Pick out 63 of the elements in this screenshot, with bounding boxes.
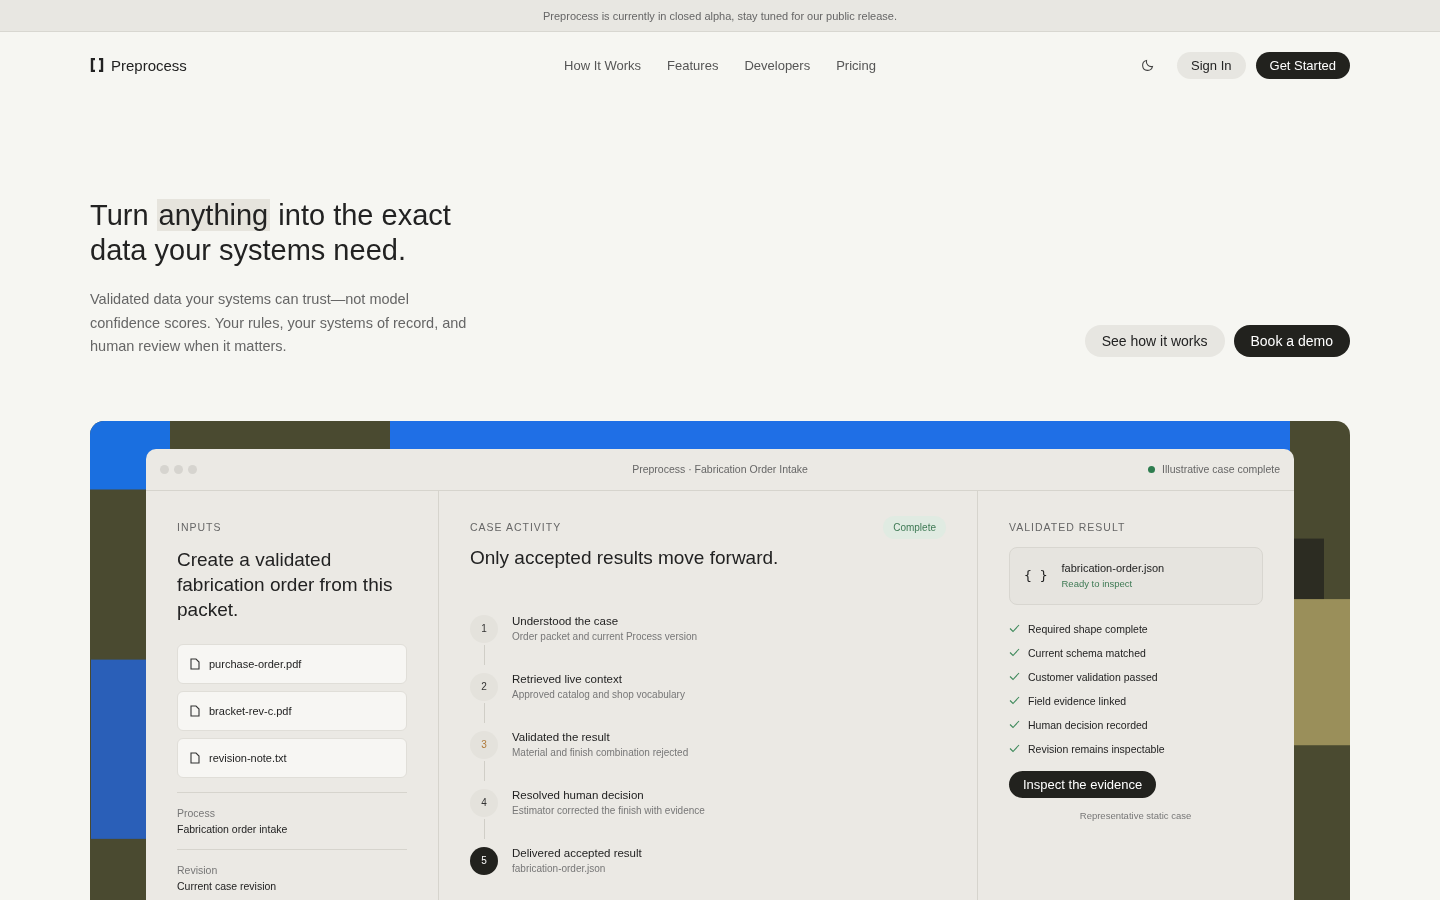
logo-icon [90,58,104,72]
hero-subtitle: Validated data your systems can trust—not model confidence scores. Your rules, your systems of record, and human review when it matters. [90,290,468,356]
brand-link[interactable]: Preprocess [90,56,187,74]
file-icon [190,657,200,670]
moon-icon [1141,58,1156,72]
detail-value: Fabrication order intake [177,822,289,835]
section-heading: Create a validated fabrication order from this packet. [177,547,394,622]
step-title: Delivered accepted result [512,846,642,859]
step-detail: Approved catalog and shop vocabulary [512,688,685,700]
announcement-text: Preprocess is currently in closed alpha, stay tuned for our public release. [543,9,897,22]
inspect-evidence-button[interactable]: Inspect the evidence [1009,770,1157,798]
nav-link[interactable]: Pricing [836,57,876,73]
status-dot [1148,465,1156,473]
file-name: bracket-rev-c.pdf [209,704,292,717]
file-name: purchase-order.pdf [209,657,302,670]
step-detail: fabrication-order.json [512,862,607,874]
section-label: CASE ACTIVITY [470,520,562,533]
file-name: revision-note.txt [209,751,287,764]
status-text: Illustrative case complete [1162,463,1280,475]
file-item[interactable]: purchase-order.pdf [177,643,407,684]
check-text: Field evidence linked [1028,694,1127,707]
window-title: Preprocess · Fabrication Order Intake [632,463,808,475]
file-name: fabrication-order.json [1061,562,1165,574]
nav-link[interactable]: Developers [744,57,811,73]
check-text: Human decision recorded [1028,718,1148,731]
section-heading: Only accepted results move forward. [470,545,780,570]
step-title: Resolved human decision [512,788,645,801]
step-title: Retrieved live context [512,672,623,685]
detail-label: Process [177,806,216,819]
section-label: INPUTS [177,520,223,533]
step-title: Understood the case [512,614,620,627]
braces-icon: { } [1024,568,1048,583]
book-demo-button[interactable]: Book a demo [1233,324,1350,357]
step-title: Validated the result [512,730,611,743]
see-how-it-works-button[interactable]: See how it works [1084,324,1225,357]
detail-label: Revision [177,863,219,876]
nav-link[interactable]: Features [667,57,719,73]
step-number: 5 [470,846,498,875]
file-icon [190,751,200,764]
step-number: 4 [470,788,498,817]
step-detail: Estimator corrected the finish with evidence [512,804,705,816]
step-number: 3 [470,730,498,759]
result-file-card[interactable]: { } fabrication-order.json Ready to inspect [1009,546,1263,605]
check-text: Current schema matched [1028,646,1146,659]
file-status: Ready to inspect [1061,578,1134,589]
check-text: Revision remains inspectable [1028,742,1165,755]
step-detail: Order packet and current Process version [512,630,698,642]
nav-link[interactable]: How It Works [564,57,642,73]
detail-value: Current case revision [177,879,278,892]
step-detail: Material and finish combination rejected [512,746,689,758]
check-text: Customer validation passed [1028,670,1158,683]
sign-in-button[interactable]: Sign In [1177,51,1246,79]
get-started-button[interactable]: Get Started [1255,51,1350,79]
step-number: 2 [470,672,498,701]
file-item[interactable]: revision-note.txt [177,737,407,778]
step-number: 1 [470,614,498,643]
hero-headline: Turn anything into the exact data your systems need. [90,198,452,268]
file-item[interactable]: bracket-rev-c.pdf [177,690,407,731]
footnote: Representative static case [1078,809,1193,821]
section-label: VALIDATED RESULT [1009,520,1127,533]
status-badge: Complete [883,515,946,539]
check-text: Required shape complete [1028,622,1148,635]
file-icon [190,704,200,717]
